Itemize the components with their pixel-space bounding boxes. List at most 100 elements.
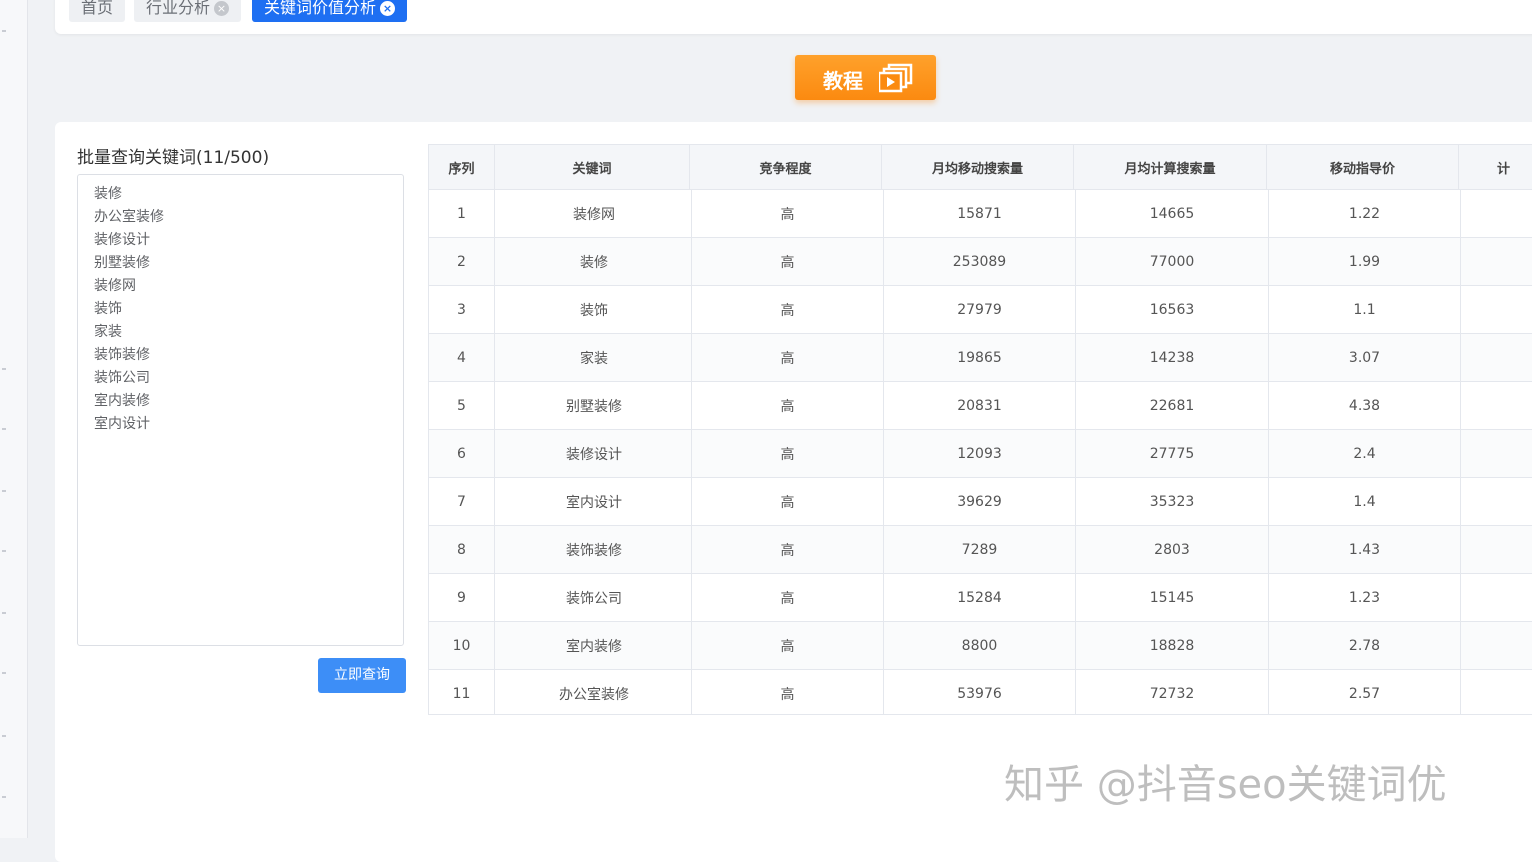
tab-label: 行业分析 (146, 0, 211, 17)
tab-home[interactable]: 首页 (69, 0, 126, 22)
table-cell: 39629 (884, 478, 1076, 525)
keyword-line: 装修 (94, 186, 122, 202)
column-header[interactable]: 月均移动搜索量 (882, 145, 1074, 189)
close-icon[interactable]: × (214, 1, 230, 16)
keyword-table: 序列 关键词 竞争程度 月均移动搜索量 月均计算搜索量 移动指导价计 1 装修网高 15871 1… (428, 144, 1532, 715)
table-cell: 室内设计 (497, 478, 692, 525)
table-cell: 253089 (884, 238, 1076, 285)
table-cell: 7289 (884, 526, 1076, 573)
table-cell: 1 (429, 190, 495, 237)
sidebar-collapsed-item[interactable] (2, 735, 6, 737)
keyword-line: 室内设计 (94, 416, 150, 432)
table-cell: 高 (692, 478, 884, 525)
sidebar-collapsed-item[interactable] (2, 612, 6, 614)
table-cell: 2.4 (1269, 430, 1461, 477)
sidebar-collapsed-item[interactable] (2, 550, 6, 552)
table-cell (1461, 478, 1532, 525)
table-cell: 高 (692, 622, 884, 669)
tab-industry-analysis[interactable]: 行业分析 × (134, 0, 242, 22)
table-cell: 15871 (884, 190, 1076, 237)
table-row: 11 办公室装修高 53976 72732 2.57 (429, 669, 1532, 714)
tab-label: 首页 (81, 0, 114, 17)
table-cell (1461, 574, 1532, 621)
column-header[interactable]: 关键词 (495, 145, 690, 189)
tab-bar: 首页 行业分析 × 关键词价值分析 × (55, 0, 1532, 34)
tab-keyword-value-analysis[interactable]: 关键词价值分析 × (252, 0, 408, 22)
table-cell: 11 (429, 670, 495, 714)
table-cell: 装饰 (497, 286, 692, 333)
table-cell: 1.22 (1269, 190, 1461, 237)
table-cell (1461, 430, 1532, 477)
table-row: 10 室内装修高 8800 18828 2.78 (429, 621, 1532, 669)
table-cell: 4.38 (1269, 382, 1461, 429)
table-cell: 4 (429, 334, 495, 381)
watermark: 知乎 @抖音seo关键词优 (1004, 762, 1447, 808)
table-cell: 15145 (1076, 574, 1269, 621)
table-cell: 15284 (884, 574, 1076, 621)
keyword-line: 办公室装修 (94, 209, 164, 225)
table-cell (1461, 286, 1532, 333)
table-cell: 19865 (884, 334, 1076, 381)
table-cell: 3.07 (1269, 334, 1461, 381)
table-cell: 高 (692, 430, 884, 477)
column-header[interactable]: 序列 (429, 145, 495, 189)
tutorial-button[interactable]: 教程 (795, 55, 936, 100)
table-cell: 高 (692, 238, 884, 285)
table-cell: 1.4 (1269, 478, 1461, 525)
table-cell: 12093 (884, 430, 1076, 477)
table-row: 7 室内设计高 39629 35323 1.4 (429, 477, 1532, 525)
table-cell: 53976 (884, 670, 1076, 714)
table-cell (1461, 622, 1532, 669)
table-cell: 室内装修 (497, 622, 692, 669)
table-cell: 20831 (884, 382, 1076, 429)
table-cell: 装修设计 (497, 430, 692, 477)
table-cell: 16563 (1076, 286, 1269, 333)
column-header[interactable]: 移动指导价 (1267, 145, 1459, 189)
column-header[interactable]: 竞争程度 (690, 145, 882, 189)
table-cell: 装修网 (497, 190, 692, 237)
table-cell: 1.23 (1269, 574, 1461, 621)
table-cell: 22681 (1076, 382, 1269, 429)
keyword-line: 家装 (94, 324, 122, 340)
table-row: 2 装修高 253089 77000 1.99 (429, 237, 1532, 285)
table-cell: 装饰装修 (497, 526, 692, 573)
keyword-line: 装修设计 (94, 232, 150, 248)
table-cell: 14238 (1076, 334, 1269, 381)
table-cell: 18828 (1076, 622, 1269, 669)
batch-query-title: 批量查询关键词(11/500) (77, 148, 270, 168)
sidebar-collapsed-item[interactable] (2, 672, 6, 674)
table-cell: 高 (692, 574, 884, 621)
table-cell: 2.57 (1269, 670, 1461, 714)
keyword-line: 装修网 (94, 278, 136, 294)
table-cell: 35323 (1076, 478, 1269, 525)
table-cell: 1.1 (1269, 286, 1461, 333)
table-cell: 27979 (884, 286, 1076, 333)
video-play-icon (879, 63, 913, 93)
table-cell: 办公室装修 (497, 670, 692, 714)
query-now-button[interactable]: 立即查询 (318, 658, 406, 693)
keyword-line: 装饰 (94, 301, 122, 317)
column-header[interactable]: 月均计算搜索量 (1074, 145, 1267, 189)
table-row: 1 装修网高 15871 14665 1.22 (429, 189, 1532, 237)
sidebar-collapsed-item[interactable] (2, 428, 6, 430)
sidebar-collapsed-item[interactable] (2, 796, 6, 798)
tab-label: 关键词价值分析 (264, 0, 377, 17)
column-header[interactable]: 计 (1459, 145, 1532, 189)
table-cell: 7 (429, 478, 495, 525)
table-cell: 家装 (497, 334, 692, 381)
table-cell: 27775 (1076, 430, 1269, 477)
table-cell: 装修 (497, 238, 692, 285)
keyword-textarea[interactable]: 装修 办公室装修 装修设计 别墅装修 装修网 装饰 家装 装饰装修 装饰公司 室内装修 室内设计 (77, 174, 404, 646)
table-cell (1461, 670, 1532, 714)
close-icon[interactable]: × (380, 1, 396, 16)
table-cell: 装饰公司 (497, 574, 692, 621)
keyword-line: 装饰公司 (94, 370, 150, 386)
table-cell: 高 (692, 526, 884, 573)
table-row: 9 装饰公司高 15284 15145 1.23 (429, 573, 1532, 621)
sidebar-collapsed-item[interactable] (2, 490, 6, 492)
table-cell: 8 (429, 526, 495, 573)
sidebar-collapsed-item[interactable] (2, 368, 6, 370)
table-cell: 1.99 (1269, 238, 1461, 285)
sidebar-collapsed-item[interactable] (2, 30, 6, 32)
table-cell: 5 (429, 382, 495, 429)
